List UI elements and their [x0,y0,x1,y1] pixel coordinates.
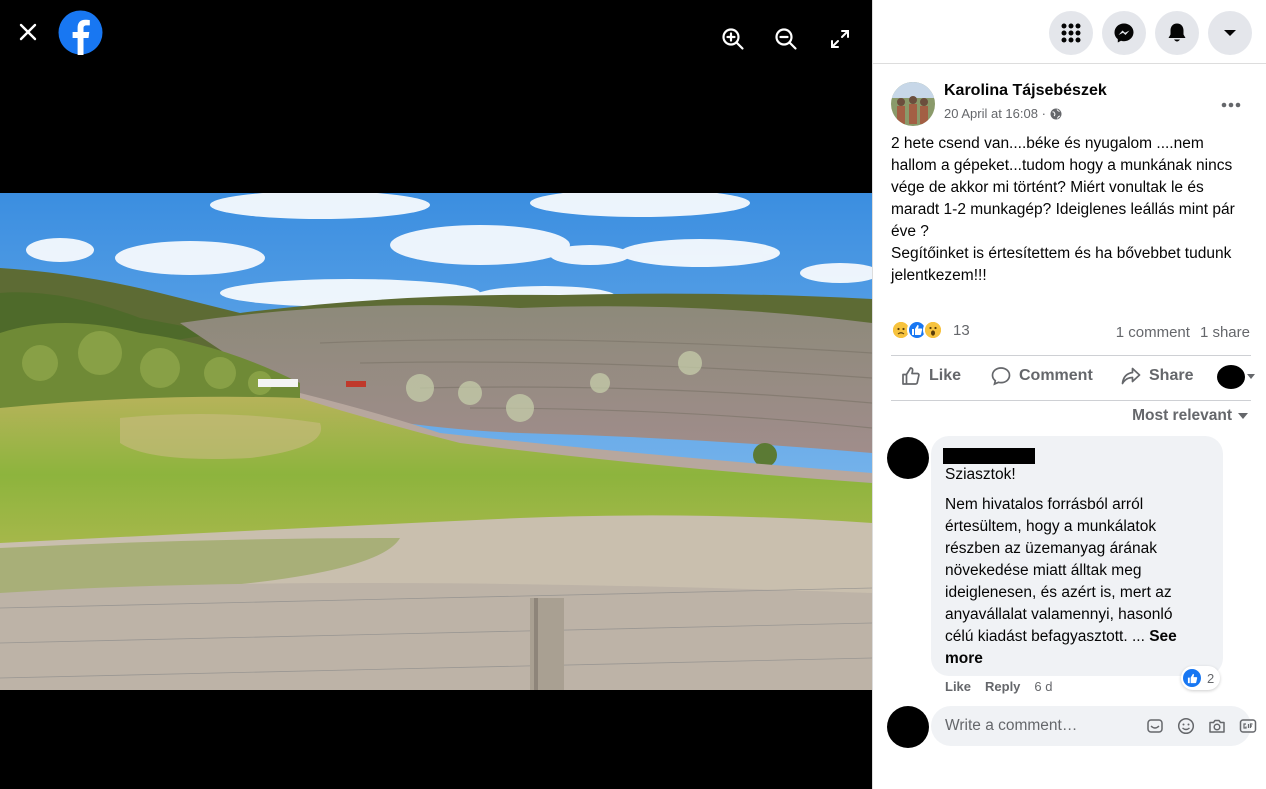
caret-down-icon [1238,412,1248,419]
author-avatar[interactable] [891,82,935,126]
comment-composer[interactable] [931,706,1256,746]
like-reaction-icon [1183,669,1201,687]
grid-menu-icon [1061,23,1081,43]
close-button[interactable] [12,16,44,48]
comment-age[interactable]: 6 d [1034,679,1052,694]
post-timestamp: 20 April at 16:08 · [944,106,1062,121]
comment-text: Nem hivatalos forrásból arról értesültem… [945,496,1173,645]
post-panel: Karolina Tájsebészek 20 April at 16:08 ·… [872,0,1266,789]
comment-reply-link[interactable]: Reply [985,679,1020,694]
comment-sort-dropdown[interactable]: Most relevant [1132,407,1248,425]
divider [891,400,1251,401]
commenter-name-redacted[interactable] [943,448,1035,464]
photo-viewer [0,0,872,789]
zoom-in-button[interactable] [718,24,748,54]
share-button-label: Share [1149,367,1194,384]
account-menu-button[interactable] [1208,11,1252,55]
facebook-logo[interactable] [58,10,103,55]
comment-button[interactable]: Comment [991,366,1093,386]
fullscreen-icon [831,30,849,48]
comment-reactions[interactable]: 2 [1181,666,1221,690]
close-icon [19,23,37,41]
comment-sort-label: Most relevant [1132,407,1232,424]
notifications-button[interactable] [1155,11,1199,55]
camera-icon[interactable] [1207,717,1226,736]
menu-button[interactable] [1049,11,1093,55]
gif-icon[interactable] [1238,717,1257,736]
post-options-button[interactable] [1221,92,1241,113]
post-text: 2 hete csend van....béke és nyugalom ...… [891,133,1253,287]
post-author-name[interactable]: Karolina Tájsebészek [944,82,1107,100]
like-button[interactable]: Like [901,366,961,386]
post-text-line: Segítőinket is értesítettem és ha bővebb… [891,245,1232,284]
landscape-quarry-photo [0,193,872,690]
bell-icon [1168,23,1186,42]
messenger-icon [1114,23,1134,43]
wow-reaction-icon [923,320,943,340]
comment-body: Nem hivatalos forrásból arról értesültem… [945,494,1205,670]
comment-count[interactable]: 1 comment [1116,324,1190,341]
share-icon [1121,367,1141,385]
zoom-out-button[interactable] [771,24,801,54]
comment-icon [991,367,1011,386]
comment-like-link[interactable]: Like [945,679,971,694]
comment-greeting: Sziasztok! [945,466,1016,483]
share-button[interactable]: Share [1121,366,1193,386]
zoom-in-icon [722,28,744,50]
facebook-logo-icon [58,10,103,55]
commenter-avatar[interactable] [887,437,929,479]
reaction-profile-selector[interactable] [1217,365,1255,389]
fullscreen-button[interactable] [825,24,855,54]
comment-button-label: Comment [1019,367,1093,384]
zoom-out-icon [775,28,797,50]
messenger-button[interactable] [1102,11,1146,55]
composer-tools [1145,717,1266,736]
current-user-avatar[interactable] [887,706,929,748]
post-stats: 1 comment 1 share [1116,324,1250,341]
profile-avatar [1217,365,1245,389]
comment-bubble: Sziasztok! Nem hivatalos forrásból arról… [931,436,1223,676]
share-count[interactable]: 1 share [1200,324,1250,341]
comment-input[interactable] [945,717,1145,735]
post-time[interactable]: 20 April at 16:08 · [944,106,1046,121]
like-button-label: Like [929,367,962,384]
comment-actions: Like Reply 6 d [945,679,1053,694]
avatar-sticker-icon[interactable] [1145,717,1164,736]
reaction-count[interactable]: 13 [953,322,970,339]
comment-reaction-count: 2 [1207,670,1215,686]
caret-down-icon [1224,30,1236,36]
caret-down-icon [1247,374,1255,379]
post-text-line: 2 hete csend van....béke és nyugalom ...… [891,135,1235,240]
reactions-summary[interactable]: 13 [891,320,970,340]
divider [891,355,1251,356]
top-navigation [873,0,1266,64]
emoji-icon[interactable] [1176,717,1195,736]
more-dots-icon [1221,102,1241,108]
thumbs-up-icon [902,367,920,385]
globe-icon [1050,108,1062,119]
